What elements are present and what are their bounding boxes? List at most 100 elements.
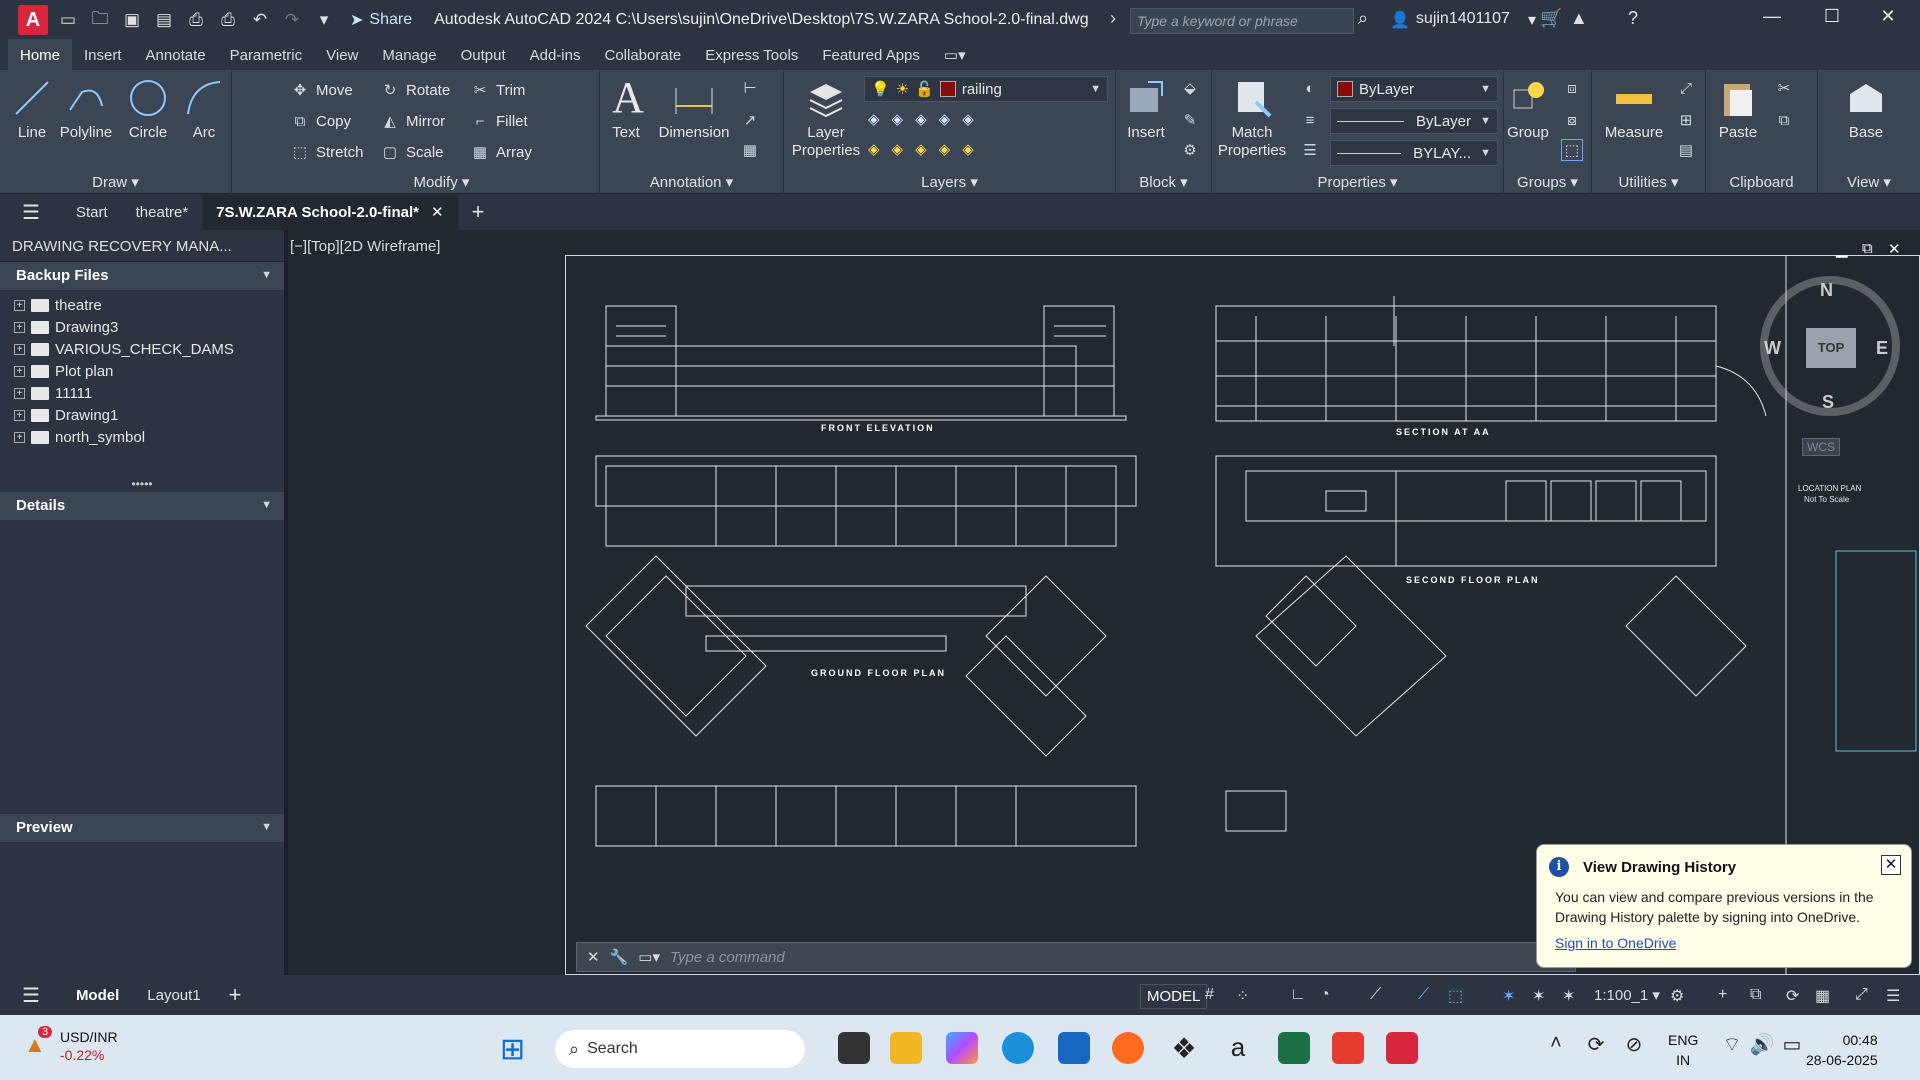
palette-title[interactable]: DRAWING RECOVERY MANA... [0,230,284,262]
tab-start[interactable]: Start [62,194,122,230]
store-icon[interactable] [1058,1032,1090,1064]
polyline-button[interactable]: Polyline [58,76,114,141]
close-tab-icon[interactable]: ✕ [431,203,444,221]
id-point-icon[interactable]: ⤢ [1676,78,1696,98]
customize-icon[interactable]: ☰ [1886,986,1900,1006]
color-dropdown[interactable]: ByLayer ▼ [1330,76,1498,102]
tab-manage[interactable]: Manage [370,41,448,70]
linetype-dropdown[interactable]: ByLayer ▼ [1330,108,1498,134]
lineweight-icon[interactable]: ☰ [1300,140,1320,160]
layer-dropdown[interactable]: 💡 ☀ 🔓 railing ▼ [864,76,1108,102]
polar-icon[interactable]: ◔ [1320,986,1330,1004]
tab-add-ins[interactable]: Add-ins [518,41,593,70]
vpn-icon[interactable]: ⊘ [1618,1032,1650,1064]
taskbar-search[interactable]: ⌕ Search [555,1030,805,1068]
command-input[interactable]: Type a command [670,949,785,966]
new-tab-icon[interactable]: + [458,194,499,230]
list-item[interactable]: + VARIOUS_CHECK_DAMS [0,338,284,360]
copilot-icon[interactable] [946,1032,978,1064]
create-block-icon[interactable]: ⬙ [1180,78,1200,98]
language-indicator[interactable]: ENG IN [1668,1030,1698,1070]
group-button[interactable]: Group [1504,76,1552,141]
viewport-minimize-icon[interactable]: ▁ [1836,240,1848,258]
amazon-icon[interactable]: a [1222,1032,1254,1064]
stock-widget[interactable]: ▲ 3 USD/INR -0.22% [24,1026,118,1064]
viewcube-top-face[interactable]: TOP [1806,328,1856,368]
list-item[interactable]: + north_symbol [0,426,284,448]
match-properties-button[interactable]: Match Properties [1216,76,1288,160]
close-icon[interactable]: ✕ [1881,855,1901,875]
expand-icon[interactable]: + [14,409,25,421]
viewport-controls-label[interactable]: [−][Top][2D Wireframe] [290,238,440,255]
move-button[interactable]: ✥ Move [290,80,353,100]
list-item[interactable]: +11111 [0,382,284,404]
layout-menu-icon[interactable]: ☰ [0,983,62,1008]
compass-north[interactable]: N [1820,280,1833,301]
autocad-taskbar-icon[interactable] [1386,1032,1418,1064]
cut-icon[interactable]: ✂ [1774,78,1794,98]
group-edit-icon[interactable]: ⧇ [1562,110,1582,130]
help-search-input[interactable]: Type a keyword or phrase [1130,8,1354,34]
expand-icon[interactable]: + [14,299,25,311]
chevron-right-icon[interactable]: › [1110,8,1116,29]
annotation-scale-dropdown[interactable]: 1:100_1 ▾ [1594,986,1660,1004]
compass-south[interactable]: S [1822,392,1834,413]
expand-icon[interactable]: + [14,343,25,355]
insert-button[interactable]: Insert [1120,76,1172,141]
expand-icon[interactable]: + [14,387,25,399]
maximize-icon[interactable]: ☐ [1812,6,1852,27]
ribbon-toggle-icon[interactable]: ▭▾ [932,40,978,70]
tab-layout1[interactable]: Layout1 [133,987,214,1004]
circle-button[interactable]: Circle [124,76,172,141]
cmd-prompt-icon[interactable]: ▭▾ [638,948,660,966]
viewport-restore-icon[interactable]: ⧉ [1862,240,1873,257]
tab-insert[interactable]: Insert [72,41,134,70]
tab-home[interactable]: Home [8,39,73,70]
isolate-icon[interactable]: ⧉ [1750,986,1761,1004]
tab-current-drawing[interactable]: 7S.W.ZARA School-2.0-final* ✕ [202,194,458,230]
stretch-button[interactable]: ⬚ Stretch [290,142,364,162]
draw-panel-title[interactable]: Draw ▾ [0,173,231,191]
groups-panel-title[interactable]: Groups ▾ [1504,173,1591,191]
layers-panel-title[interactable]: Layers ▾ [784,173,1115,191]
expand-icon[interactable]: + [14,431,25,443]
viewport-close-icon[interactable]: ✕ [1888,240,1901,258]
cmd-close-icon[interactable]: ✕ [587,948,600,966]
utilities-panel-title[interactable]: Utilities ▾ [1592,173,1705,191]
annotation-panel-title[interactable]: Annotation ▾ [600,173,783,191]
base-view-button[interactable]: Base [1838,76,1894,141]
details-header[interactable]: Details ▼ [0,492,284,520]
tab-theatre[interactable]: theatre* [122,194,203,230]
arc-button[interactable]: Arc [180,76,228,141]
line-button[interactable]: Line [8,76,56,141]
volume-icon[interactable]: 🔊 [1746,1032,1778,1064]
object-snap-icon[interactable]: ⟋ [1418,986,1429,1004]
scale-button[interactable]: ▢ Scale [380,142,444,162]
viewcube-compass[interactable]: N S E W TOP [1760,276,1900,416]
ortho-icon[interactable]: ∟ [1290,986,1306,1004]
group-select-icon[interactable]: ⬚ [1561,139,1583,161]
dimension-button[interactable]: Dimension [656,76,732,141]
tab-view[interactable]: View [314,41,370,70]
autodesk-app-icon[interactable]: ▲ [1570,8,1588,29]
new-layout-icon[interactable]: + [215,982,256,1008]
chevron-up-icon[interactable]: ˄ [1540,1032,1572,1064]
expand-icon[interactable]: + [14,365,25,377]
compass-east[interactable]: E [1876,338,1888,359]
dropbox-icon[interactable]: ❖ [1168,1032,1200,1064]
compass-west[interactable]: W [1764,338,1781,359]
layer-tools-row1[interactable]: ◈ ◈ ◈ ◈ ◈ [868,110,974,128]
list-item[interactable]: + Plot plan [0,360,284,382]
tab-featured-apps[interactable]: Featured Apps [810,41,932,70]
cart-icon[interactable]: 🛒 [1540,8,1562,29]
copy-clip-icon[interactable]: ⧉ [1774,110,1794,130]
isodraft-icon[interactable]: ⟋ [1370,986,1381,1004]
open-folder-icon[interactable]: 🗀 [88,8,112,32]
model-space-button[interactable]: MODEL [1140,984,1208,1009]
ungroup-icon[interactable]: ⧈ [1562,78,1582,98]
linear-dim-icon[interactable]: ⊢ [740,78,760,98]
mirror-button[interactable]: ◭ Mirror [380,111,445,131]
wifi-icon[interactable]: ⌔ [1716,1032,1748,1064]
expand-icon[interactable]: + [14,321,25,333]
excel-icon[interactable] [1278,1032,1310,1064]
